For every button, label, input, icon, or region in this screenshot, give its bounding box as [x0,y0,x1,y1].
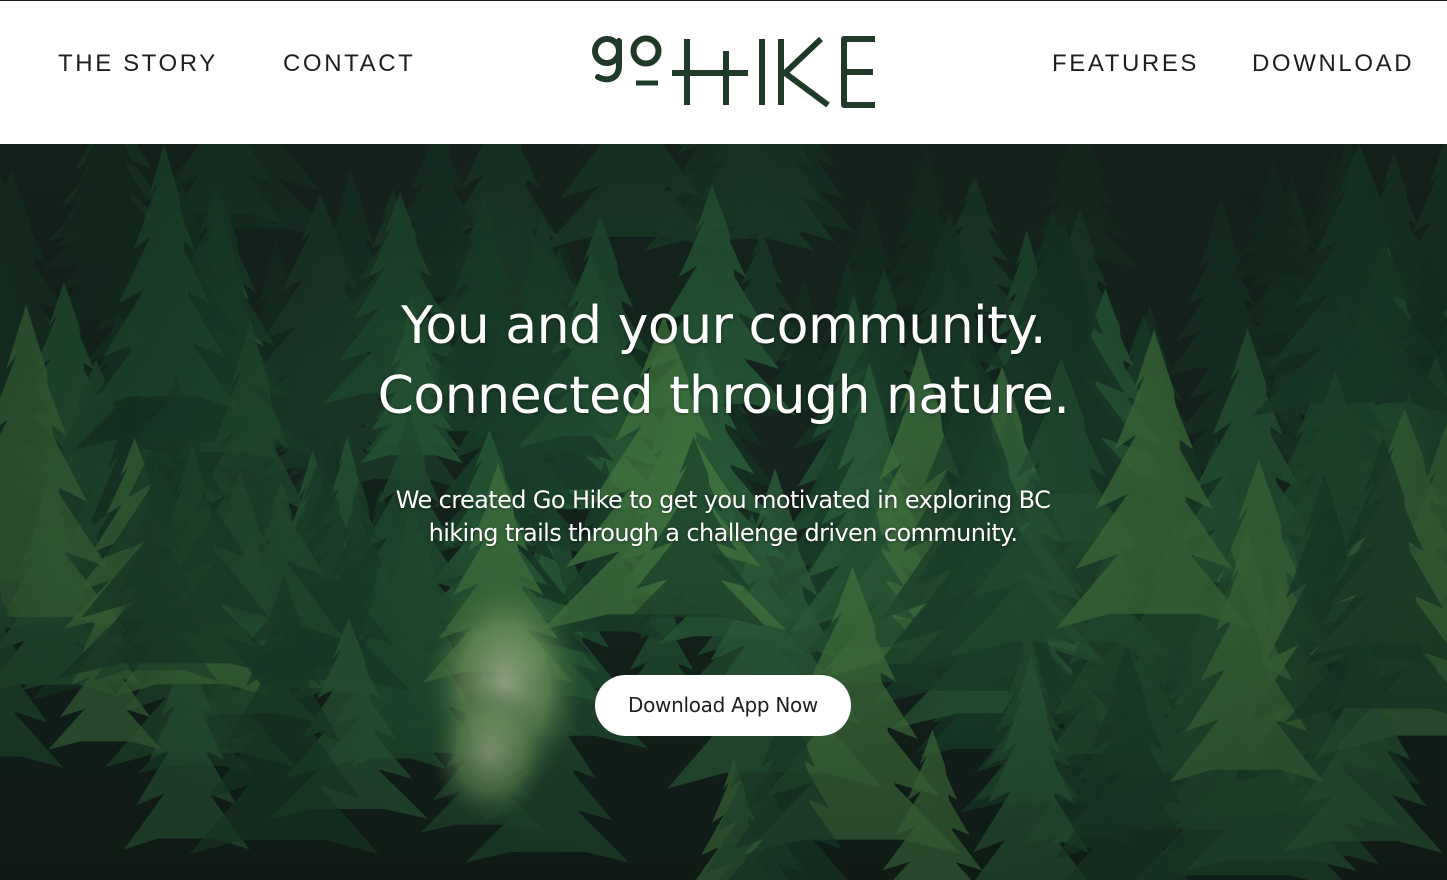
logo[interactable] [590,29,890,115]
nav-link-download[interactable]: DOWNLOAD [1252,49,1414,79]
hero-headline-line-2: Connected through nature. [377,366,1070,426]
nav-link-the-story[interactable]: THE STORY [58,49,218,79]
page: THE STORY CONTACT FEATURES DOWNLOAD You … [0,0,1447,880]
go-hike-logo [592,35,875,108]
hero-section: You and your community. Connected throug… [0,144,1447,880]
hero-subtext-line-1: We created Go Hike to get you motivated … [395,486,1051,514]
nav-link-contact[interactable]: CONTACT [283,49,415,79]
nav-link-features[interactable]: FEATURES [1052,49,1199,79]
download-app-button[interactable]: Download App Now [595,675,851,736]
site-header: THE STORY CONTACT FEATURES DOWNLOAD [0,0,1447,144]
hero-headline-line-1: You and your community. [401,296,1046,356]
hero-subtext-line-2: hiking trails through a challenge driven… [428,519,1018,547]
